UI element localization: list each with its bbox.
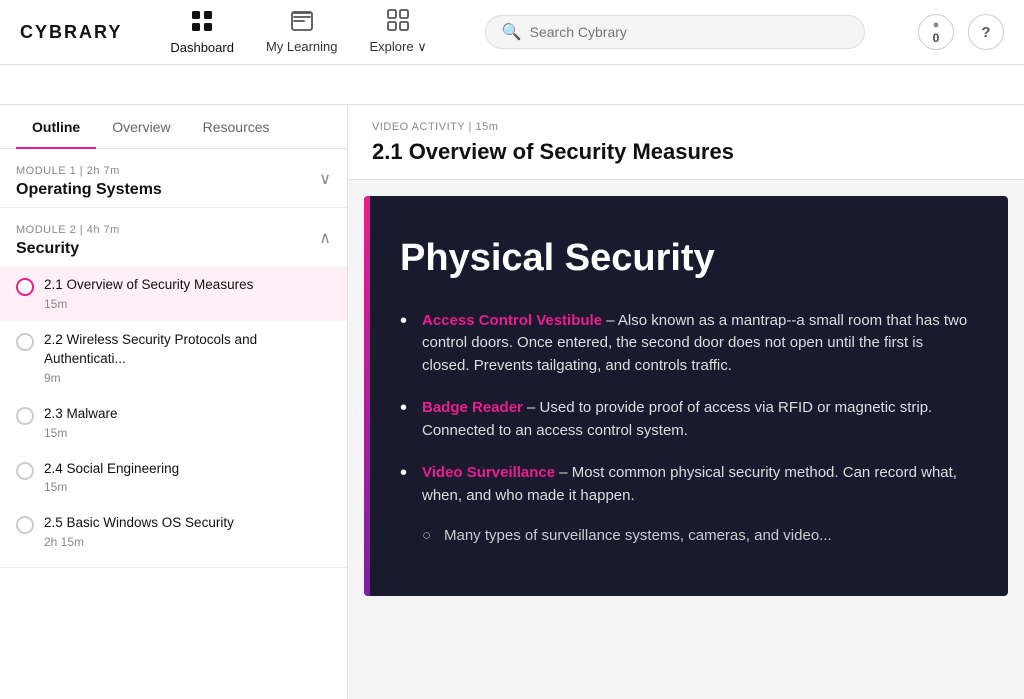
slide-bullet-3: • Video Surveillance – Most common physi… <box>400 462 972 507</box>
help-icon: ? <box>981 24 990 41</box>
sub-header <box>0 65 1024 105</box>
module-2-title: Security <box>16 240 120 258</box>
lesson-radio-2-5 <box>16 516 34 534</box>
nav-label-explore: Explore ∨ <box>370 39 427 55</box>
slide-bullet-2: • Badge Reader – Used to provide proof o… <box>400 397 972 442</box>
content-header: VIDEO ACTIVITY | 15m 2.1 Overview of Sec… <box>348 105 1024 180</box>
lesson-title-2-5: 2.5 Basic Windows OS Security <box>44 514 234 533</box>
search-bar: 🔍 <box>485 15 865 49</box>
lesson-radio-2-3 <box>16 407 34 425</box>
lesson-title-2-1: 2.1 Overview of Security Measures <box>44 276 253 295</box>
content-area: VIDEO ACTIVITY | 15m 2.1 Overview of Sec… <box>348 105 1024 699</box>
slide-term-3: Video Surveillance <box>422 464 555 481</box>
module-section-2: MODULE 2 | 4h 7m Security ∧ 2.1 Overview… <box>0 208 347 568</box>
lesson-duration-2-5: 2h 15m <box>44 535 234 549</box>
lesson-duration-2-1: 15m <box>44 297 253 311</box>
bullet-dot-2: • <box>400 398 412 418</box>
lesson-item-2-3[interactable]: 2.3 Malware 15m <box>0 395 347 450</box>
slide-sub-text-1: Many types of surveillance systems, came… <box>444 527 832 544</box>
logo: CYBRARY <box>20 22 122 43</box>
module-2-header[interactable]: MODULE 2 | 4h 7m Security ∧ <box>0 208 347 266</box>
content-title: 2.1 Overview of Security Measures <box>372 139 1000 165</box>
module-1-title: Operating Systems <box>16 181 162 199</box>
module-1-header[interactable]: MODULE 1 | 2h 7m Operating Systems ∨ <box>0 149 347 207</box>
tab-outline[interactable]: Outline <box>16 105 96 149</box>
lesson-item-2-4[interactable]: 2.4 Social Engineering 15m <box>0 450 347 505</box>
slide-term-2: Badge Reader <box>422 399 523 416</box>
module-1-label: MODULE 1 | 2h 7m <box>16 165 162 177</box>
sidebar: Outline Overview Resources MODULE 1 | 2h… <box>0 105 348 699</box>
main-layout: Outline Overview Resources MODULE 1 | 2h… <box>0 105 1024 699</box>
lesson-list-module-2: 2.1 Overview of Security Measures 15m 2.… <box>0 266 347 567</box>
score-button[interactable]: ● 0 <box>918 14 954 50</box>
content-body: Physical Security • Access Control Vesti… <box>348 196 1024 596</box>
nav-items: Dashboard My Learning Explor <box>156 1 440 63</box>
module-section-1: MODULE 1 | 2h 7m Operating Systems ∨ <box>0 149 347 208</box>
lesson-radio-2-1 <box>16 278 34 296</box>
lesson-title-2-2: 2.2 Wireless Security Protocols and Auth… <box>44 331 331 369</box>
dashboard-icon <box>191 10 213 36</box>
sub-bullet-dot: ○ <box>422 527 434 544</box>
slide-title: Physical Security <box>400 236 972 282</box>
slide-accent-bar <box>364 196 370 596</box>
sidebar-tabs: Outline Overview Resources <box>0 105 347 149</box>
lesson-duration-2-2: 9m <box>44 371 331 385</box>
explore-icon <box>387 9 409 35</box>
navbar: CYBRARY Dashboard My Learning <box>0 0 1024 65</box>
module-2-label: MODULE 2 | 4h 7m <box>16 224 120 236</box>
slide-sub-bullet-1: ○ Many types of surveillance systems, ca… <box>422 527 972 544</box>
nav-item-dashboard[interactable]: Dashboard <box>156 2 248 63</box>
tab-overview[interactable]: Overview <box>96 105 186 149</box>
slide-container: Physical Security • Access Control Vesti… <box>364 196 1008 596</box>
tab-resources[interactable]: Resources <box>187 105 286 149</box>
help-button[interactable]: ? <box>968 14 1004 50</box>
navbar-right: ● 0 ? <box>918 14 1004 50</box>
activity-label: VIDEO ACTIVITY | 15m <box>372 121 1000 133</box>
lesson-radio-2-2 <box>16 333 34 351</box>
lesson-item-2-1[interactable]: 2.1 Overview of Security Measures 15m <box>0 266 347 321</box>
lesson-title-2-4: 2.4 Social Engineering <box>44 460 179 479</box>
nav-label-dashboard: Dashboard <box>170 40 234 55</box>
lesson-duration-2-3: 15m <box>44 426 118 440</box>
search-icon: 🔍 <box>502 22 522 42</box>
nav-label-my-learning: My Learning <box>266 39 338 54</box>
my-learning-icon <box>291 11 313 35</box>
lesson-item-2-5[interactable]: 2.5 Basic Windows OS Security 2h 15m <box>0 504 347 559</box>
sidebar-content: MODULE 1 | 2h 7m Operating Systems ∨ MOD… <box>0 149 347 699</box>
slide-term-1: Access Control Vestibule <box>422 312 602 329</box>
bullet-dot-3: • <box>400 463 412 483</box>
lesson-item-2-2[interactable]: 2.2 Wireless Security Protocols and Auth… <box>0 321 347 395</box>
nav-item-my-learning[interactable]: My Learning <box>252 3 352 62</box>
score-badge: 0 <box>933 31 940 45</box>
nav-item-explore[interactable]: Explore ∨ <box>356 1 441 63</box>
lesson-duration-2-4: 15m <box>44 480 179 494</box>
search-input[interactable] <box>530 24 848 40</box>
module-2-chevron-up-icon: ∧ <box>319 228 331 248</box>
lesson-radio-2-4 <box>16 462 34 480</box>
module-1-chevron-down-icon: ∨ <box>319 169 331 189</box>
lesson-title-2-3: 2.3 Malware <box>44 405 118 424</box>
slide-bullet-1: • Access Control Vestibule – Also known … <box>400 310 972 378</box>
bullet-dot-1: • <box>400 311 412 331</box>
